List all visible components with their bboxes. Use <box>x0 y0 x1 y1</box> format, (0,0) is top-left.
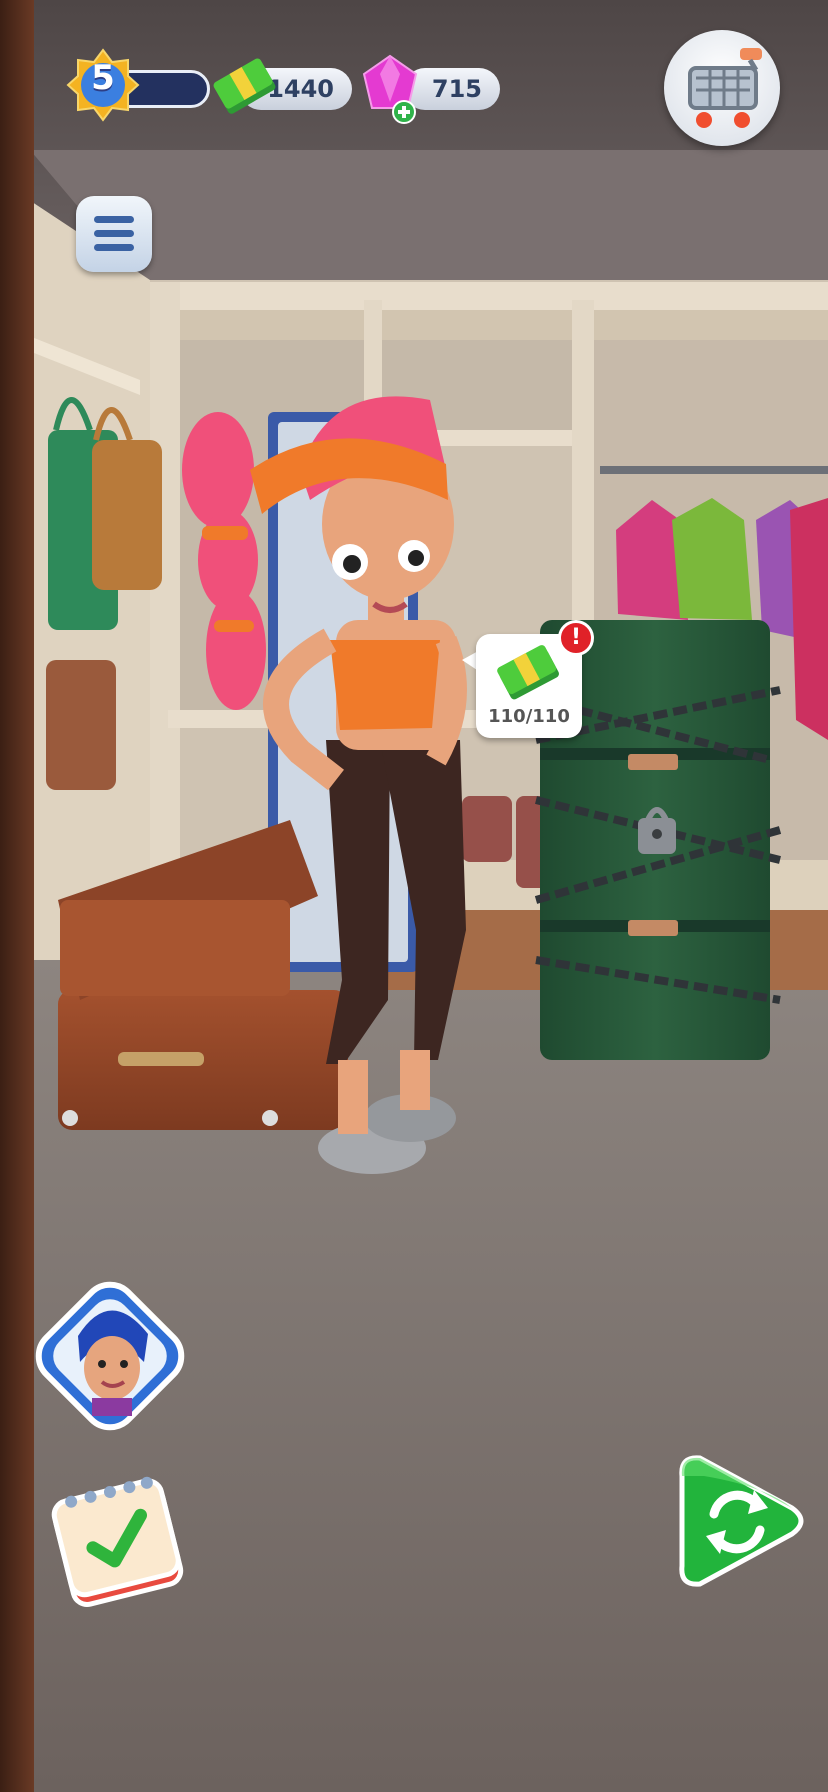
alert-badge: ! <box>558 620 594 656</box>
chest-progress: 110/110 <box>488 706 570 727</box>
shopping-cart-icon <box>688 48 762 128</box>
character-portrait-icon <box>35 1281 185 1431</box>
plus-icon <box>392 100 416 124</box>
shop-button[interactable] <box>664 30 780 146</box>
checklist-notepad-icon <box>51 1476 184 1607</box>
level-number: 5 <box>91 58 115 98</box>
swap-arrows-icon <box>679 1455 804 1587</box>
cash-stack-icon <box>213 58 276 114</box>
door-frame <box>0 0 34 1792</box>
tasks-button[interactable] <box>42 1466 190 1616</box>
gems-amount: 715 <box>431 75 482 103</box>
character-button[interactable] <box>30 1276 190 1436</box>
swap-button[interactable] <box>664 1446 812 1596</box>
menu-button[interactable] <box>76 196 152 272</box>
pink-gem-icon <box>362 54 418 124</box>
